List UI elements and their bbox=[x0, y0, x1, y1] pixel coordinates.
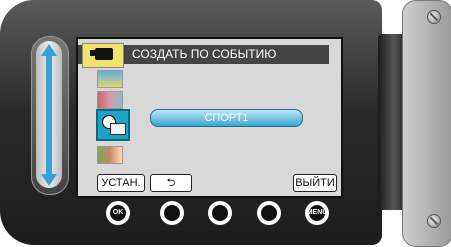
shoe-icon bbox=[110, 123, 126, 135]
sports-icon[interactable] bbox=[96, 109, 130, 141]
button-dot bbox=[212, 205, 228, 221]
button-dot bbox=[164, 205, 180, 221]
back-button[interactable]: ⮌ bbox=[150, 174, 192, 192]
party-icon[interactable] bbox=[97, 91, 123, 109]
slider-bar bbox=[46, 54, 52, 176]
hardware-button-2[interactable] bbox=[160, 201, 184, 225]
set-button[interactable]: УСТАН. bbox=[97, 174, 145, 192]
page-title: СОЗДАТЬ ПО СОБЫТИЮ bbox=[132, 47, 277, 61]
selected-option[interactable]: СПОРТ1 bbox=[150, 109, 303, 127]
exit-button[interactable]: ВЫЙТИ bbox=[293, 174, 337, 192]
camcorder-glyph-icon bbox=[90, 48, 113, 60]
beach-icon[interactable] bbox=[97, 70, 123, 88]
screw-icon bbox=[427, 10, 441, 24]
hardware-button-4[interactable] bbox=[257, 201, 281, 225]
hardware-button-3[interactable] bbox=[208, 201, 232, 225]
ok-button[interactable]: OK bbox=[106, 201, 130, 225]
side-panel bbox=[402, 0, 451, 247]
screw-icon bbox=[427, 214, 441, 228]
ok-label: OK bbox=[112, 209, 124, 216]
arrow-down-icon[interactable] bbox=[41, 174, 57, 186]
button-dot bbox=[261, 205, 277, 221]
travel-icon[interactable] bbox=[97, 146, 123, 164]
menu-button[interactable]: MENU bbox=[305, 201, 329, 225]
back-arrow-icon: ⮌ bbox=[166, 177, 176, 189]
arrow-up-icon[interactable] bbox=[41, 44, 57, 56]
menu-label: MENU bbox=[306, 209, 328, 216]
